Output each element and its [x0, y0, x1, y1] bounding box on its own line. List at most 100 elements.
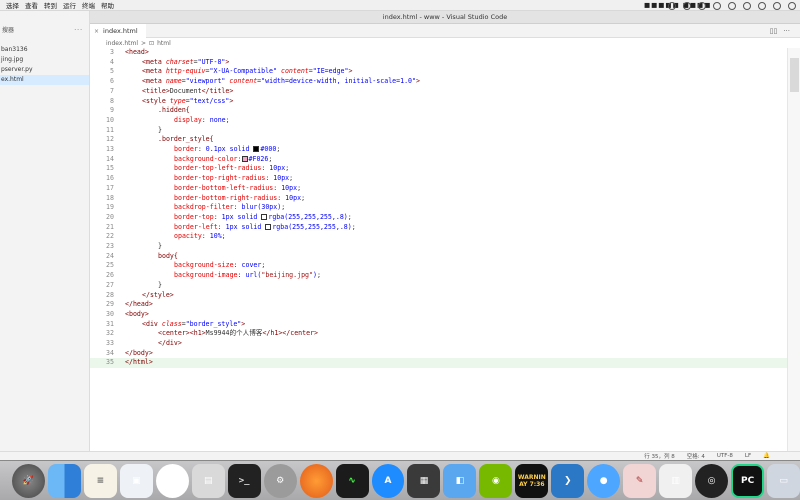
pycharm-icon[interactable]: PC	[731, 463, 765, 498]
breadcrumb: index.html > ⊡ html	[90, 38, 800, 48]
color-swatch-white[interactable]	[265, 223, 272, 230]
launchpad-rocket-icon[interactable]: 🚀	[12, 463, 45, 498]
image-capture-icon[interactable]: ▤	[191, 463, 225, 498]
cursor-position[interactable]: 行 35，列 8	[644, 452, 675, 460]
search-icon[interactable]	[758, 1, 766, 10]
code-line: 34 </body>	[106, 348, 153, 357]
close-icon[interactable]: ×	[94, 28, 99, 35]
terminal-icon[interactable]: >_	[227, 463, 261, 498]
tab-label: index.html	[103, 27, 138, 35]
code-editor[interactable]: 3 <head> 4 <meta charset="UTF-8"> 5 <meta h…	[90, 48, 787, 451]
encoding[interactable]: UTF-8	[717, 453, 733, 459]
editor-tab-bar: × index.html ▯▯ ···	[90, 24, 800, 38]
activity-monitor-icon[interactable]: ∿	[335, 463, 369, 498]
status-bar: 行 35，列 8 空格: 4 UTF-8 LF 🔔	[0, 451, 800, 460]
nvidia-icon[interactable]: ◉	[479, 463, 513, 498]
sync-icon[interactable]	[683, 1, 691, 10]
help-icon[interactable]	[668, 1, 676, 10]
menu-item-view[interactable]: 查看	[25, 0, 38, 10]
breadcrumb-separator: >	[141, 39, 147, 47]
file-item-active[interactable]: ex.html	[0, 75, 89, 85]
file-item[interactable]: ban3136	[0, 45, 89, 55]
wifi-icon[interactable]	[713, 1, 721, 10]
explorer-sidebar: 搜器 ··· ban3136 jing.jpg pserver.py ex.ht…	[0, 11, 90, 458]
console-icon[interactable]: WARNIN AY 7:36	[515, 463, 549, 498]
window-title: index.html - www - Visual Studio Code	[90, 11, 800, 24]
finder-icon[interactable]	[47, 463, 81, 498]
code-line: 19 backdrop-filter: blur(30px);	[106, 203, 286, 212]
code-line: 23}	[106, 242, 162, 250]
minimap-scrollbar[interactable]	[787, 48, 800, 451]
menu-item-terminal[interactable]: 终端	[82, 0, 95, 10]
code-line: 22 opacity: 10%;	[106, 232, 226, 241]
firefox-icon[interactable]	[299, 463, 333, 498]
menu-item-help[interactable]: 帮助	[101, 0, 114, 10]
siri-icon[interactable]	[788, 1, 796, 10]
control-center-icon[interactable]	[773, 1, 781, 10]
more-actions-icon[interactable]: ···	[74, 24, 83, 38]
code-line: 13 border: 0.1px solid #000;	[106, 145, 281, 153]
dock: 🚀 ≡ ▣ ✿ ▤ >_ ⚙ ∿ A ▦ ◧ ◉ WARNIN AY 7:36 …	[0, 460, 800, 500]
obs-icon[interactable]: ◎	[695, 463, 729, 498]
code-line: 27}	[106, 280, 162, 289]
display-icon[interactable]: ▭	[767, 463, 800, 498]
code-line: 11}	[106, 125, 162, 134]
file-item[interactable]: jing.jpg	[0, 55, 89, 65]
code-line: 12 .border_style{	[106, 135, 214, 144]
code-line: 20 border-top: 1px solid rgba(255,255,255…	[106, 212, 352, 221]
breadcrumb-node[interactable]: html	[157, 40, 171, 47]
code-line: 21 border-left: 1px solid rgba(255,255,25…	[106, 222, 356, 231]
code-line: 5 <meta http-equiv="X-UA-Compatible" cont…	[110, 67, 353, 76]
code-line-current: 35 </html>	[90, 358, 787, 369]
color-swatch-pink[interactable]	[241, 155, 248, 162]
volume-icon[interactable]	[743, 1, 751, 10]
indentation[interactable]: 空格: 4	[687, 452, 705, 460]
scrollbar-thumb[interactable]	[790, 58, 799, 92]
system-preferences-icon[interactable]: ⚙	[263, 463, 297, 498]
code-line: 28 </style>	[106, 290, 174, 299]
code-line: 10 display: none;	[106, 115, 230, 124]
code-line: 31 <div class="border_style">	[106, 319, 246, 328]
play-icon[interactable]	[698, 1, 706, 10]
end-of-line[interactable]: LF	[745, 453, 751, 459]
notes-icon[interactable]: ≡	[83, 463, 117, 498]
photos-icon[interactable]: ✿	[155, 463, 189, 498]
status-tray	[668, 0, 796, 11]
textedit-icon[interactable]: ✎	[623, 463, 657, 498]
code-line: 24 body{	[106, 251, 178, 260]
split-editor-icon[interactable]: ▯▯	[770, 27, 778, 35]
code-line: 7 <title>Document</title>	[110, 86, 234, 95]
menu-item-run[interactable]: 运行	[63, 0, 76, 10]
breadcrumb-file[interactable]: index.html	[106, 40, 138, 47]
code-line: 18 border-bottom-right-radius: 10px;	[106, 193, 306, 202]
tab-index-html[interactable]: × index.html	[90, 24, 146, 38]
gallery-icon[interactable]: ▥	[659, 463, 693, 498]
code-line: 15 border-top-left-radius: 10px;	[106, 164, 290, 173]
preview-icon[interactable]: ▣	[119, 463, 153, 498]
more-icon[interactable]: ···	[783, 27, 790, 35]
menu-item-goto[interactable]: 转到	[44, 0, 57, 10]
code-line: 26 background-image: url("beijing.jpg");	[106, 271, 321, 280]
code-line: 25 background-size: cover;	[106, 261, 266, 270]
clipboard-icon[interactable]	[728, 1, 736, 10]
vscode-icon[interactable]: ❯	[551, 463, 585, 498]
color-swatch-white[interactable]	[261, 213, 268, 220]
preview2-icon[interactable]: ◧	[443, 463, 477, 498]
explorer-title: 搜器	[2, 27, 15, 34]
menu-item-select[interactable]: 选择	[6, 0, 19, 10]
system-menubar: 选择 查看 转到 运行 终端 帮助 ■■■■■ ■■■■	[0, 0, 800, 11]
file-item[interactable]: pserver.py	[0, 65, 89, 75]
notifications-icon[interactable]: 🔔	[763, 453, 770, 459]
messages-icon[interactable]: ●	[587, 463, 621, 498]
books-icon[interactable]: ▦	[407, 463, 441, 498]
code-line: 14 background-color: #F026;	[106, 154, 273, 163]
app-menu: 选择 查看 转到 运行 终端 帮助	[0, 0, 114, 10]
code-line: 8 <style type="text/css">	[110, 96, 234, 105]
code-line: 29 </head>	[106, 300, 153, 309]
app-store-icon[interactable]: A	[371, 463, 405, 498]
code-line: 9 .hidden{	[110, 106, 190, 115]
color-swatch-black[interactable]	[253, 146, 260, 152]
code-line: 33 </div>	[106, 339, 182, 347]
explorer-header: 搜器 ···	[0, 24, 89, 38]
code-brackets-icon: ⊡	[149, 39, 155, 47]
